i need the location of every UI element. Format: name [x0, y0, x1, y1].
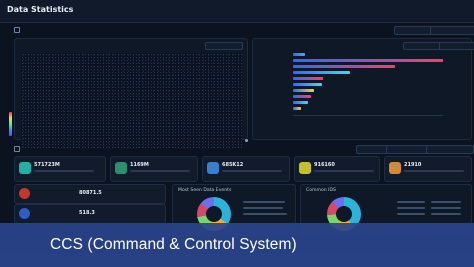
- zoom-in-icon[interactable]: [245, 139, 248, 142]
- legend-line: [397, 201, 425, 203]
- heatmap-select[interactable]: [205, 42, 243, 50]
- donut-title: Most Seen Data Events: [178, 188, 232, 193]
- stat-subtext: [314, 170, 374, 172]
- donut-hole: [206, 206, 222, 222]
- page: Data Statistics 571723M 1169M 685K12 916…: [0, 0, 474, 267]
- stat-subtext: [130, 170, 190, 172]
- summary-card-2[interactable]: 518.3: [14, 204, 166, 224]
- stat-value: 21910: [404, 162, 422, 168]
- stat-value: 916160: [314, 162, 335, 168]
- summary-card-1[interactable]: 80871.5: [14, 184, 166, 204]
- caption-banner: CCS (Command & Control System): [0, 223, 474, 267]
- summary-value: 518.3: [79, 210, 95, 216]
- bar-mark: [293, 53, 305, 56]
- stat-icon: [207, 162, 219, 174]
- stat-value: 685K12: [222, 162, 244, 168]
- section-top[interactable]: [14, 27, 23, 34]
- mid-date-from[interactable]: [356, 145, 388, 154]
- mid-date-to[interactable]: [386, 145, 428, 154]
- legend-line: [431, 213, 461, 215]
- stat-icon: [19, 162, 31, 174]
- bar-chart-select-a[interactable]: [403, 42, 443, 50]
- legend-line: [397, 207, 425, 209]
- caption-text: CCS (Command & Control System): [50, 236, 297, 253]
- stat-subtext: [222, 170, 282, 172]
- stat-card-3[interactable]: 685K12: [202, 156, 290, 182]
- bar-mark: [293, 59, 443, 62]
- bar-mark: [293, 83, 322, 86]
- bar-mark: [293, 107, 301, 110]
- legend-line: [431, 207, 461, 209]
- stat-card-1[interactable]: 571723M: [14, 156, 106, 182]
- alert-icon: [19, 188, 30, 199]
- mid-date-range[interactable]: [426, 145, 474, 154]
- x-axis-line: [293, 115, 443, 116]
- stat-card-5[interactable]: 21910: [384, 156, 472, 182]
- page-title: Data Statistics: [7, 5, 74, 14]
- top-date-to[interactable]: [430, 26, 474, 35]
- stat-subtext: [404, 170, 464, 172]
- stat-subtext: [34, 170, 94, 172]
- heatmap-dots-secondary: [21, 53, 242, 148]
- bar-mark: [293, 65, 395, 68]
- legend-line: [243, 207, 283, 209]
- legend-line: [397, 213, 425, 215]
- bar-mark: [293, 89, 314, 92]
- summary-value: 80871.5: [79, 190, 102, 196]
- bar-mark: [293, 95, 311, 98]
- bar-chart-select-b[interactable]: [439, 42, 474, 50]
- stat-icon: [389, 162, 401, 174]
- top-date-from[interactable]: [394, 26, 432, 35]
- bar-mark: [293, 101, 308, 104]
- stat-icon: [299, 162, 311, 174]
- stat-value: 1169M: [130, 162, 149, 168]
- app-header: Data Statistics: [0, 0, 474, 23]
- donut-title: Common IDS: [306, 188, 336, 193]
- donut-hole: [336, 206, 352, 222]
- stat-value: 571723M: [34, 162, 60, 168]
- bar-mark: [293, 71, 350, 74]
- stat-card-2[interactable]: 1169M: [110, 156, 198, 182]
- collapse-toggle-icon[interactable]: [14, 146, 20, 152]
- legend-line: [243, 213, 287, 215]
- legend-line: [431, 201, 461, 203]
- database-icon: [19, 208, 30, 219]
- section-mid[interactable]: [14, 146, 23, 153]
- stat-card-4[interactable]: 916160: [294, 156, 380, 182]
- color-legend-bar: [9, 112, 12, 136]
- heatmap-panel: [14, 38, 248, 159]
- legend-line: [243, 201, 285, 203]
- heatmap-chart: [21, 53, 242, 148]
- collapse-toggle-icon[interactable]: [14, 27, 20, 33]
- bar-chart-panel: [252, 38, 474, 140]
- stat-icon: [115, 162, 127, 174]
- bar-mark: [293, 77, 323, 80]
